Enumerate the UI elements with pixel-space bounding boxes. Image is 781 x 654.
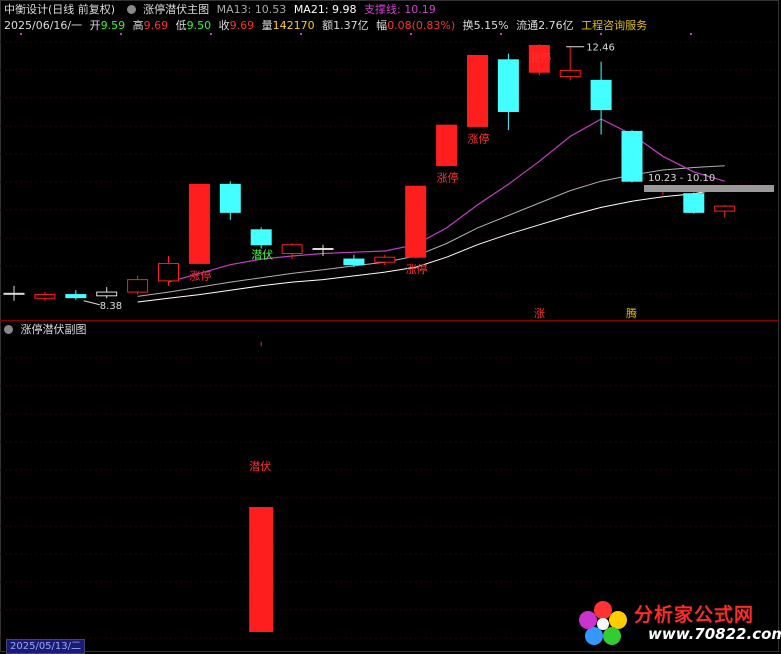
close-label: 收 bbox=[218, 19, 230, 32]
candle-body bbox=[374, 256, 396, 263]
candle-body bbox=[34, 294, 56, 299]
float-label: 流通 bbox=[516, 19, 539, 32]
close-value: 9.69 bbox=[229, 19, 255, 32]
site-logo: 分析家公式网 www.70822.com bbox=[572, 598, 781, 648]
title-row: 中衡设计(日线 前复权) 涨停潜伏主图 MA13: 10.53 MA21: 9.… bbox=[4, 2, 440, 18]
candle-body bbox=[714, 205, 736, 212]
settings-icon[interactable] bbox=[126, 5, 136, 14]
candle-body bbox=[127, 279, 149, 293]
limit-up-label: 涨停 bbox=[437, 171, 459, 185]
support-label: 支撑线: bbox=[364, 3, 401, 16]
price-low-label: 8.38 bbox=[100, 301, 122, 312]
sub-ambush-label: 潜伏 bbox=[249, 459, 271, 473]
low-label: 低 bbox=[175, 19, 187, 32]
candle-body bbox=[559, 69, 581, 78]
turnover-value: 5.15% bbox=[473, 19, 509, 32]
range-label: 10.23 - 10.10 bbox=[648, 173, 715, 184]
candlestick-chart[interactable]: 涨停潜伏涨停涨停涨停涨停12.468.3810.23 - 10.10涨腾 潜伏 bbox=[0, 0, 779, 652]
candle-body bbox=[683, 193, 705, 213]
candle-labels: 涨停潜伏涨停涨停涨停涨停12.468.3810.23 - 10.10涨腾 bbox=[83, 43, 774, 320]
limit-up-label: 涨停 bbox=[468, 131, 490, 145]
cursor-date-badge: 2025/05/13/二 bbox=[6, 639, 86, 654]
candle-body bbox=[497, 59, 519, 112]
industry-link[interactable]: 工程咨询服务 bbox=[581, 19, 647, 32]
amount-label: 额 bbox=[322, 19, 334, 32]
candle-body bbox=[219, 183, 241, 213]
limit-up-label: 涨停 bbox=[529, 50, 551, 64]
candle-body bbox=[405, 185, 427, 258]
candle-body bbox=[158, 262, 179, 282]
ma21-label: MA21: bbox=[293, 3, 329, 16]
quote-date: 2025/06/16/一 bbox=[4, 19, 83, 32]
candle-body bbox=[436, 124, 458, 167]
volume-label: 量 bbox=[261, 19, 273, 32]
sub-panel-title[interactable]: 涨停潜伏副图 bbox=[21, 323, 87, 336]
ma21-value: 9.98 bbox=[332, 3, 357, 16]
turnover-label: 换 bbox=[462, 19, 474, 32]
marker-dot bbox=[690, 33, 692, 35]
price-high-label: 12.46 bbox=[586, 43, 615, 54]
float-value: 2.76亿 bbox=[538, 19, 574, 32]
low-value: 9.50 bbox=[186, 19, 212, 32]
bottom-marker: 腾 bbox=[626, 306, 637, 320]
flower-logo-icon bbox=[579, 601, 627, 645]
candle-body bbox=[281, 244, 303, 254]
candle-body bbox=[96, 291, 118, 297]
change-label: 幅 bbox=[376, 19, 388, 32]
open-value: 9.59 bbox=[100, 19, 126, 32]
support-value: 10.19 bbox=[404, 3, 436, 16]
candle-body bbox=[467, 54, 488, 127]
high-value: 9.69 bbox=[143, 19, 169, 32]
indicator-name[interactable]: 涨停潜伏主图 bbox=[143, 3, 209, 16]
sub-panel-header: 涨停潜伏副图 bbox=[4, 322, 91, 338]
candle-body bbox=[590, 79, 612, 111]
candle-body bbox=[312, 247, 334, 250]
volume-value: 142170 bbox=[272, 19, 315, 32]
candle-body bbox=[343, 258, 365, 266]
chart-grid bbox=[0, 33, 779, 639]
sub-bar bbox=[249, 507, 274, 632]
range-bar bbox=[644, 185, 774, 192]
app-title: 中衡设计(日线 前复权) bbox=[4, 3, 116, 16]
amount-value: 1.37亿 bbox=[333, 19, 369, 32]
candle-body bbox=[188, 183, 210, 264]
limit-up-label: 涨停 bbox=[406, 262, 428, 276]
ohlc-row: 2025/06/16/一 开9.59 高9.69 低9.50 收9.69 量14… bbox=[4, 18, 651, 34]
logo-url: www.70822.com bbox=[648, 625, 781, 643]
candle-body bbox=[3, 292, 25, 295]
logo-brand: 分析家公式网 bbox=[634, 604, 755, 626]
ma13-value: 10.53 bbox=[254, 3, 287, 16]
change-value: 0.08(0.83%) bbox=[387, 19, 456, 32]
candle-body bbox=[65, 294, 87, 299]
panel-divider[interactable] bbox=[0, 320, 779, 321]
limit-up-label: 涨停 bbox=[189, 268, 211, 282]
candle-body bbox=[621, 130, 643, 182]
ambush-label: 潜伏 bbox=[251, 247, 273, 261]
bottom-marker: 涨 bbox=[534, 307, 545, 320]
candle-body bbox=[250, 229, 272, 246]
candles bbox=[3, 44, 736, 301]
open-label: 开 bbox=[89, 19, 101, 32]
low-pointer bbox=[83, 300, 100, 306]
sub-settings-icon[interactable] bbox=[4, 325, 13, 334]
ma13-label: MA13: bbox=[216, 3, 252, 16]
high-label: 高 bbox=[132, 19, 144, 32]
